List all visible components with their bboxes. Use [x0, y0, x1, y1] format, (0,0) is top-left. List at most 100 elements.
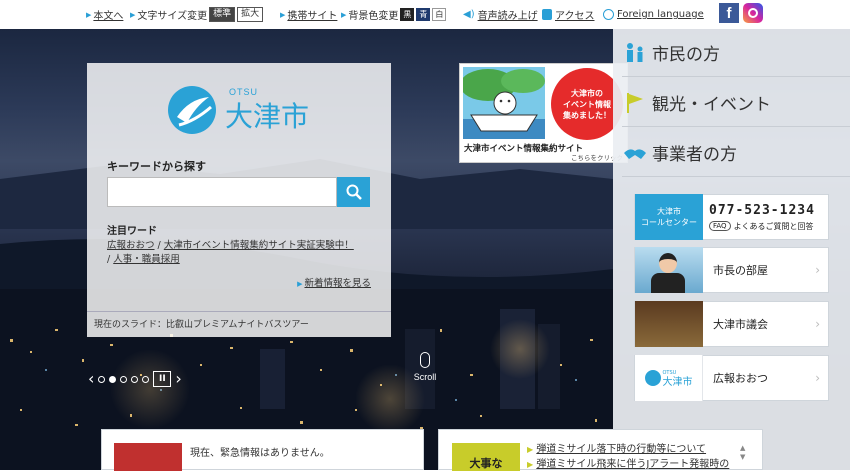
chevron-down-icon[interactable]: ▼	[740, 453, 750, 462]
chevron-right-icon: ›	[815, 317, 820, 331]
bg-color-label: 背景色変更	[348, 11, 399, 22]
council-link[interactable]: 大津市議会 ›	[634, 301, 829, 347]
scroll-label: Scroll	[413, 372, 437, 382]
slider-dot[interactable]	[131, 375, 139, 383]
bg-black-button[interactable]: 黒	[400, 8, 415, 21]
triangle-icon: ▶	[341, 10, 347, 19]
access-label: アクセス	[555, 11, 595, 22]
scroll-indicator[interactable]: Scroll	[410, 352, 440, 382]
call-center-card[interactable]: 大津市 コールセンター 077-523-1234 FAQ よくあるご質問と回答	[634, 194, 829, 240]
chevron-up-icon[interactable]: ▲	[740, 444, 750, 453]
facebook-icon[interactable]: f	[719, 3, 739, 23]
slider-dot[interactable]	[98, 375, 106, 383]
skip-to-content-link[interactable]: ▶ 本文へ	[86, 7, 123, 23]
keyword-search-input[interactable]	[107, 177, 337, 207]
text-size-control: ▶ 文字サイズ変更 標準 拡大	[130, 7, 264, 22]
slider-dot[interactable]	[142, 375, 150, 383]
attention-word-link[interactable]: 大津市イベント情報集約サイト実証実験中！	[164, 240, 354, 251]
nav-tourism[interactable]: 観光・イベント	[622, 79, 850, 127]
important-item-label: 弾道ミサイル飛来に伴うJアラート発報時の	[536, 459, 730, 470]
mayor-label: 市長の部屋	[713, 264, 768, 277]
nav-tourism-label: 観光・イベント	[652, 95, 771, 115]
important-badge: 大事な	[452, 443, 520, 471]
slider-next-button[interactable]: ›	[175, 371, 181, 387]
otsu-logo-mark-icon	[168, 86, 216, 134]
mascot-boat-image	[463, 67, 545, 139]
triangle-icon: ▶	[130, 10, 136, 19]
utility-bar: ▶ 本文へ ▶ 文字サイズ変更 標準 拡大 ▶ 携帯サイト ▶ 背景色変更 黒 …	[0, 0, 850, 29]
attention-heading: 注目ワード	[107, 226, 157, 237]
important-item[interactable]: ▶ 弾道ミサイル落下時の行動等について	[527, 442, 729, 457]
important-item-label: 弾道ミサイル落下時の行動等について	[536, 444, 707, 455]
speaker-icon: ◀)	[463, 9, 475, 20]
logo-text: 大津市	[225, 100, 310, 133]
important-list: ▶ 弾道ミサイル落下時の行動等について ▶ 弾道ミサイル飛来に伴うJアラート発報…	[527, 442, 729, 472]
nav-business-label: 事業者の方	[652, 145, 737, 165]
triangle-icon: ▶	[527, 445, 534, 454]
attention-separator: /	[107, 254, 111, 265]
slider-dot[interactable]	[109, 375, 117, 383]
slider-prev-button[interactable]: ‹	[88, 371, 94, 387]
flag-icon	[622, 90, 648, 116]
search-panel: OTSU 大津市 キーワードから探す 注目ワード 広報おおつ / 大津市イベント…	[87, 63, 391, 337]
current-slide-caption: 現在のスライド：比叡山プレミアムナイトバスツアー	[87, 311, 391, 337]
attention-words: 広報おおつ / 大津市イベント情報集約サイト実証実験中！ / 人事・職員採用	[107, 239, 377, 267]
emergency-text: 現在、緊急情報はありません。	[190, 448, 330, 459]
slider-dot[interactable]	[120, 375, 128, 383]
emergency-info-card: 現在、緊急情報はありません。	[101, 429, 424, 471]
faq-badge: FAQ	[709, 221, 731, 231]
bus-icon	[542, 9, 552, 20]
koho-label: 広報おおつ	[713, 372, 768, 385]
bg-color-control: ▶ 背景色変更 黒 青 白	[341, 7, 447, 22]
council-photo	[635, 301, 703, 347]
faq-label: よくあるご質問と回答	[733, 221, 814, 231]
mayor-photo	[635, 247, 703, 293]
event-info-banner[interactable]: 大津市の イベント情報 集めました！ 大津市イベント情報集約サイト こちらをクリ…	[459, 63, 628, 163]
bg-white-button[interactable]: 白	[432, 8, 447, 21]
new-info-label: 新着情報を見る	[304, 278, 371, 289]
koho-logo-text: 大津市	[662, 377, 693, 388]
family-icon	[622, 40, 648, 66]
mobile-site-link[interactable]: ▶ 携帯サイト	[280, 7, 338, 23]
new-info-link[interactable]: ▶ 新着情報を見る	[297, 275, 371, 289]
text-size-label: 文字サイズ変更	[137, 11, 208, 22]
triangle-icon: ▶	[280, 10, 286, 19]
triangle-icon: ▶	[527, 460, 534, 469]
size-standard-button[interactable]: 標準	[209, 7, 236, 22]
foreign-language-label: Foreign language	[617, 9, 704, 20]
size-large-button[interactable]: 拡大	[237, 7, 264, 22]
instagram-icon[interactable]	[743, 3, 763, 23]
search-button[interactable]	[337, 177, 370, 207]
banner-title: 大津市イベント情報集約サイト	[464, 144, 584, 154]
koho-logo: OTSU 大津市	[635, 355, 703, 401]
mouse-icon	[420, 352, 430, 368]
slider-controls: ‹ II ›	[88, 370, 182, 388]
koho-link[interactable]: OTSU 大津市 広報おおつ ›	[634, 355, 829, 401]
council-label: 大津市議会	[713, 318, 768, 331]
triangle-icon: ▶	[297, 280, 303, 288]
speech-label: 音声読み上げ	[477, 11, 538, 22]
emergency-badge	[114, 443, 182, 471]
important-info-card: 大事な ▶ 弾道ミサイル落下時の行動等について ▶ 弾道ミサイル飛来に伴うJアラ…	[438, 429, 763, 472]
bg-blue-button[interactable]: 青	[416, 8, 431, 21]
foreign-language-link[interactable]: Foreign language	[603, 9, 704, 20]
nav-citizens-label: 市民の方	[652, 45, 720, 65]
slider-pause-button[interactable]: II	[153, 371, 172, 387]
nav-business[interactable]: 事業者の方	[622, 129, 850, 177]
slider-dots	[98, 375, 150, 383]
chevron-right-icon: ›	[815, 263, 820, 277]
mayor-link[interactable]: 市長の部屋 ›	[634, 247, 829, 293]
nav-citizens[interactable]: 市民の方	[622, 29, 850, 77]
attention-word-link[interactable]: 人事・職員採用	[113, 254, 180, 265]
speech-link[interactable]: ◀) 音声読み上げ	[463, 7, 538, 22]
call-center-phone: 077-523-1234	[709, 202, 815, 218]
scroll-arrows[interactable]: ▲ ▼	[740, 444, 750, 466]
attention-separator: /	[157, 240, 161, 251]
mobile-site-label: 携帯サイト	[287, 11, 338, 22]
otsu-city-logo: OTSU 大津市	[165, 81, 315, 137]
access-link[interactable]: アクセス	[542, 7, 595, 22]
globe-icon	[603, 9, 614, 20]
triangle-icon: ▶	[86, 10, 92, 19]
attention-word-link[interactable]: 広報おおつ	[107, 240, 155, 251]
faq-link[interactable]: FAQ よくあるご質問と回答	[709, 221, 828, 232]
